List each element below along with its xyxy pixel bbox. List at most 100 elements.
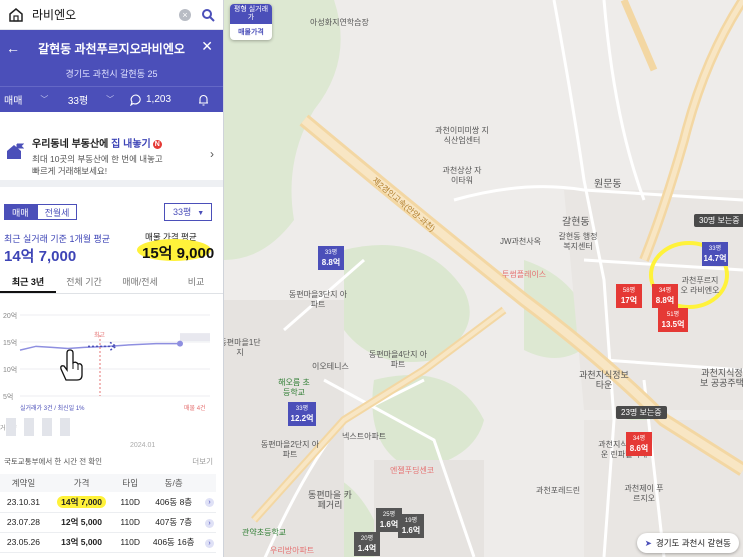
row-arrow-icon[interactable]: › xyxy=(203,512,216,533)
home-icon[interactable] xyxy=(8,7,24,23)
place-label: 이오테니스 xyxy=(312,362,349,371)
trade-date: 23.07.28 xyxy=(0,512,47,533)
place-label: 아성화지연학습장 xyxy=(310,18,369,27)
tab-all-period[interactable]: 전체 기간 xyxy=(56,272,112,293)
price-marker[interactable]: 34평 8.6억 xyxy=(626,432,652,456)
volume-bar xyxy=(24,418,34,436)
col-type: 타입 xyxy=(116,474,145,492)
place-label: 동편마을 카페거리 xyxy=(308,490,352,510)
price-marker[interactable]: 19평 1.6억 xyxy=(398,514,424,538)
search-input[interactable]: 라비엔오 xyxy=(32,6,179,23)
row-arrow-icon[interactable]: › xyxy=(203,532,216,553)
marker-price: 8.8억 xyxy=(321,258,341,267)
banner-title: 우리동네 부동산에 집 내놓기 N xyxy=(32,135,216,150)
marker-size: 19평 xyxy=(404,518,418,524)
place-label: 동편마을3단지 아파트 xyxy=(288,290,348,309)
current-location-pill[interactable]: ➤ 경기도 과천시 갈현동 xyxy=(636,533,739,553)
banner-line2: 빠르게 거래해보세요! xyxy=(32,166,108,176)
place-label: 과천포레드린 xyxy=(536,486,581,495)
seg-trade[interactable]: 매매 xyxy=(4,204,37,220)
search-bar: 라비엔오 × xyxy=(0,0,223,30)
trade-type: 110D xyxy=(116,512,145,533)
trade-type-dropdown[interactable]: 매매 ﹀ xyxy=(0,92,56,107)
listing-avg-price: 15억 9,000 xyxy=(137,239,214,263)
marker-box: 33평 8.8억 xyxy=(318,246,344,270)
map-legend[interactable]: 평형 실거래가 매물가격 xyxy=(230,4,272,40)
listing-legend: 매물 4건 xyxy=(184,406,206,412)
marker-box: 33평 14.7억 xyxy=(702,242,728,266)
volume-bars xyxy=(0,418,223,438)
viewers-tooltip: 30명 보는중 xyxy=(694,214,743,227)
price-marker[interactable]: 33평 8.8억 xyxy=(318,246,344,270)
place-label: 동편마을2단지 아파트 xyxy=(260,440,320,459)
map-base xyxy=(224,0,743,557)
close-icon[interactable]: ✕ xyxy=(201,38,213,55)
tab-recent-3y[interactable]: 최근 3년 xyxy=(0,272,56,293)
place-label: 과천이미미쌍 지식산업센터 xyxy=(435,126,489,145)
banner-title-highlight: 집 내놓기 xyxy=(111,139,151,150)
marker-size: 51평 xyxy=(666,312,680,318)
price-marker-selected[interactable]: 33평 14.7억 xyxy=(702,242,728,266)
data-point xyxy=(177,340,183,347)
marker-box: 58평 17억 xyxy=(616,284,642,308)
trade-price: 13억 5,000 xyxy=(46,532,117,553)
trade-price: 12억 5,000 xyxy=(46,512,117,533)
clear-icon[interactable]: × xyxy=(179,8,191,21)
marker-size: 58평 xyxy=(622,288,636,294)
list-home-banner[interactable]: 우리동네 부동산에 집 내놓기 N 최대 10곳의 부동산에 한 번에 내놓고 빠… xyxy=(0,125,223,187)
price-marker[interactable]: 34평 8.8억 xyxy=(652,284,678,308)
place-label: 갈현동 xyxy=(562,217,590,228)
tab-compare[interactable]: 비교 xyxy=(168,272,223,293)
marker-size: 34평 xyxy=(658,288,672,294)
row-arrow-icon[interactable]: › xyxy=(203,492,216,513)
hand-pointer-icon xyxy=(60,349,83,381)
location-arrow-icon: ➤ xyxy=(644,538,652,548)
place-label: 과천제이 푸르지오 xyxy=(624,484,664,503)
marker-size: 33평 xyxy=(324,250,338,256)
source-text: 국토교통부에서 한 시간 전 확인 xyxy=(4,457,103,466)
marker-price: 14.7억 xyxy=(703,254,727,263)
recent-avg-label: 최근 실거래 기준 1개월 평균 xyxy=(4,234,111,244)
chart-date-label: 2024.01 xyxy=(130,442,156,449)
place-label: 갈현동 행정복지센터 xyxy=(558,232,598,251)
marker-box: 34평 8.8억 xyxy=(652,284,678,308)
place-label: 우리방아파트 xyxy=(270,546,315,555)
price-marker[interactable]: 33평 12.2억 xyxy=(288,402,316,426)
table-row[interactable]: 23.05.26 13억 5,000 110D 406동 16층 › xyxy=(0,532,216,553)
seg-rent[interactable]: 전월세 xyxy=(36,204,78,220)
place-label: 과천지식정보 공공주택 xyxy=(700,368,743,388)
bell-icon[interactable] xyxy=(188,94,218,106)
place-label: 동편마을1단지 xyxy=(224,338,261,357)
trade-price: 14억 7,000 xyxy=(46,492,117,513)
marker-price: 17억 xyxy=(620,296,638,305)
listing-panel: 라비엔오 × ← 갈현동 과천푸르지오라비엔오 ✕ 경기도 과천시 갈현동 25… xyxy=(0,0,224,557)
place-label: 엔젤푸딩센코 xyxy=(390,466,435,475)
tab-trade-rent[interactable]: 매매/전세 xyxy=(112,272,168,293)
filter-row: 매매 ﹀ 33평 ﹀ 1,203 xyxy=(0,86,223,112)
marker-size: 20평 xyxy=(360,536,374,542)
price-marker[interactable]: 58평 17억 xyxy=(616,284,642,308)
trade-type: 110D xyxy=(116,492,145,513)
comment-count: 1,203 xyxy=(146,94,172,105)
chevron-right-icon: › xyxy=(210,147,214,161)
marker-size: 34평 xyxy=(632,436,646,442)
place-label: 과천지식정보 타운 xyxy=(579,370,629,390)
search-icon[interactable] xyxy=(201,8,215,22)
complex-header: ← 갈현동 과천푸르지오라비엔오 ✕ 경기도 과천시 갈현동 25 매매 ﹀ 33… xyxy=(0,30,223,112)
marker-box: 34평 8.6억 xyxy=(626,432,652,456)
price-marker[interactable]: 20평 1.4억 xyxy=(354,532,380,556)
table-row[interactable]: 23.07.28 12억 5,000 110D 407동 7층 › xyxy=(0,512,216,533)
size-select[interactable]: 33평 ▼ xyxy=(164,203,212,221)
table-row[interactable]: 23.10.31 14억 7,000 110D 406동 8층 › xyxy=(0,492,216,513)
more-link[interactable]: 더보기 xyxy=(192,456,213,467)
price-marker[interactable]: 51평 13.5억 xyxy=(658,308,688,332)
size-dropdown[interactable]: 33평 ﹀ xyxy=(56,92,126,107)
marker-price: 8.8억 xyxy=(655,296,675,305)
house-flag-icon xyxy=(7,143,24,159)
marker-price: 1.6억 xyxy=(401,526,421,535)
place-label: 원문동 xyxy=(594,179,622,190)
chevron-down-icon: ﹀ xyxy=(40,95,49,104)
legend-button[interactable]: 매물가격 xyxy=(230,24,272,40)
comments-button[interactable]: 1,203 xyxy=(126,93,188,106)
map-view[interactable]: 평형 실거래가 매물가격 아성화지연학습장 과천이미미쌍 지식산업센터 과천상상… xyxy=(224,0,743,557)
